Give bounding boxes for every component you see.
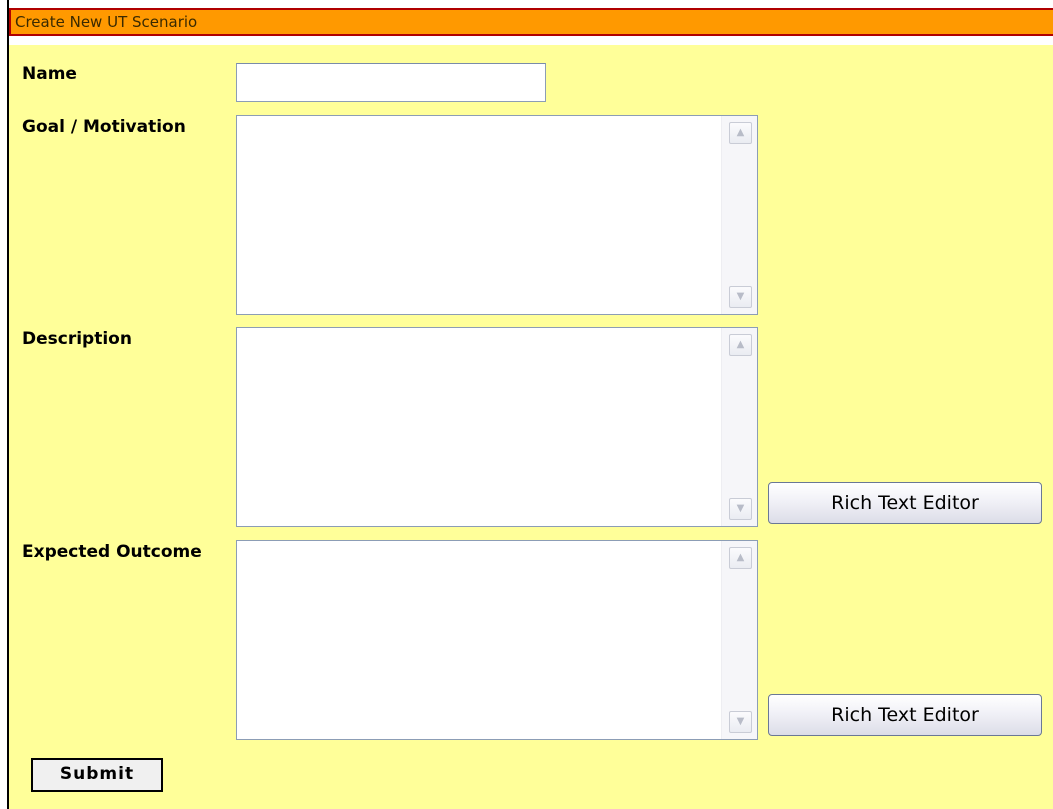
chevron-down-icon[interactable]: ▼ (729, 711, 752, 733)
scenario-panel: Create New UT Scenario Name Goal / Motiv… (7, 0, 1053, 809)
expected-outcome-scrollbar[interactable]: ▲ ▼ (721, 541, 757, 739)
scenario-form: Name Goal / Motivation ▲ ▼ Description ▲… (9, 45, 1053, 809)
name-label: Name (22, 64, 77, 84)
submit-button[interactable]: Submit (31, 758, 163, 792)
chevron-up-icon[interactable]: ▲ (729, 122, 752, 144)
chevron-down-icon[interactable]: ▼ (729, 498, 752, 520)
goal-scrollbar[interactable]: ▲ ▼ (721, 116, 757, 314)
expected-outcome-textarea[interactable]: ▲ ▼ (236, 540, 758, 740)
goal-label: Goal / Motivation (22, 117, 186, 137)
description-label: Description (22, 329, 132, 349)
description-textarea[interactable]: ▲ ▼ (236, 327, 758, 527)
chevron-down-icon[interactable]: ▼ (729, 286, 752, 308)
expected-outcome-rich-text-editor-button[interactable]: Rich Text Editor (768, 694, 1042, 736)
panel-title: Create New UT Scenario (9, 8, 1053, 36)
description-rich-text-editor-button[interactable]: Rich Text Editor (768, 482, 1042, 524)
name-input[interactable] (236, 63, 546, 102)
expected-outcome-label: Expected Outcome (22, 542, 202, 562)
goal-textarea[interactable]: ▲ ▼ (236, 115, 758, 315)
chevron-up-icon[interactable]: ▲ (729, 547, 752, 569)
description-scrollbar[interactable]: ▲ ▼ (721, 328, 757, 526)
chevron-up-icon[interactable]: ▲ (729, 334, 752, 356)
